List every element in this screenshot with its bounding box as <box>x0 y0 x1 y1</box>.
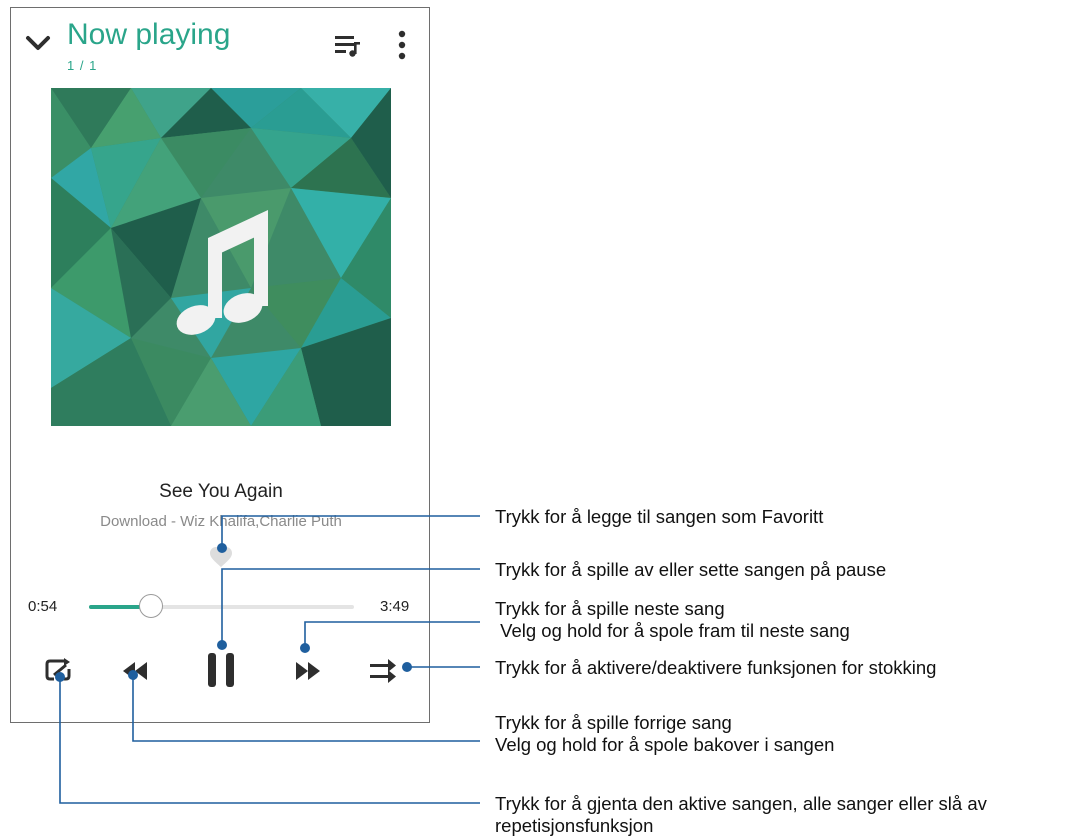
callout-repeat-line-2: repetisjonsfunksjon <box>495 815 654 836</box>
leader-dot-repeat <box>55 672 65 682</box>
leader-dot-shuffle <box>402 662 412 672</box>
callout-play-pause-line-1: Trykk for å spille av eller sette sangen… <box>495 559 887 580</box>
callout-next-line-2: Velg og hold for å spole fram til neste … <box>495 620 850 641</box>
leader-dot-favorite <box>217 543 227 553</box>
callout-next-line-1: Trykk for å spille neste sang <box>495 598 725 619</box>
callout-repeat: Trykk for å gjenta den aktive sangen, al… <box>495 793 987 837</box>
leader-repeat <box>59 677 480 804</box>
callout-next: Trykk for å spille neste sang Velg og ho… <box>495 598 850 642</box>
callout-favorite-line-1: Trykk for å legge til sangen som Favorit… <box>495 506 824 527</box>
callout-previous-line-2: Velg og hold for å spole bakover i sange… <box>495 734 835 755</box>
leader-play-pause <box>221 568 480 645</box>
callout-previous: Trykk for å spille forrige sang Velg og … <box>495 712 834 756</box>
leader-dot-play-pause <box>217 640 227 650</box>
callout-shuffle-line-1: Trykk for å aktivere/deaktivere funksjon… <box>495 657 937 678</box>
leader-favorite <box>221 515 480 548</box>
leader-previous <box>132 675 480 742</box>
callout-repeat-line-1: Trykk for å gjenta den aktive sangen, al… <box>495 793 987 814</box>
leader-next <box>304 621 480 648</box>
callout-shuffle: Trykk for å aktivere/deaktivere funksjon… <box>495 657 936 679</box>
callout-favorite: Trykk for å legge til sangen som Favorit… <box>495 506 823 528</box>
leader-dot-previous <box>128 670 138 680</box>
leader-dot-next <box>300 643 310 653</box>
callout-previous-line-1: Trykk for å spille forrige sang <box>495 712 732 733</box>
callout-play-pause: Trykk for å spille av eller sette sangen… <box>495 559 886 581</box>
